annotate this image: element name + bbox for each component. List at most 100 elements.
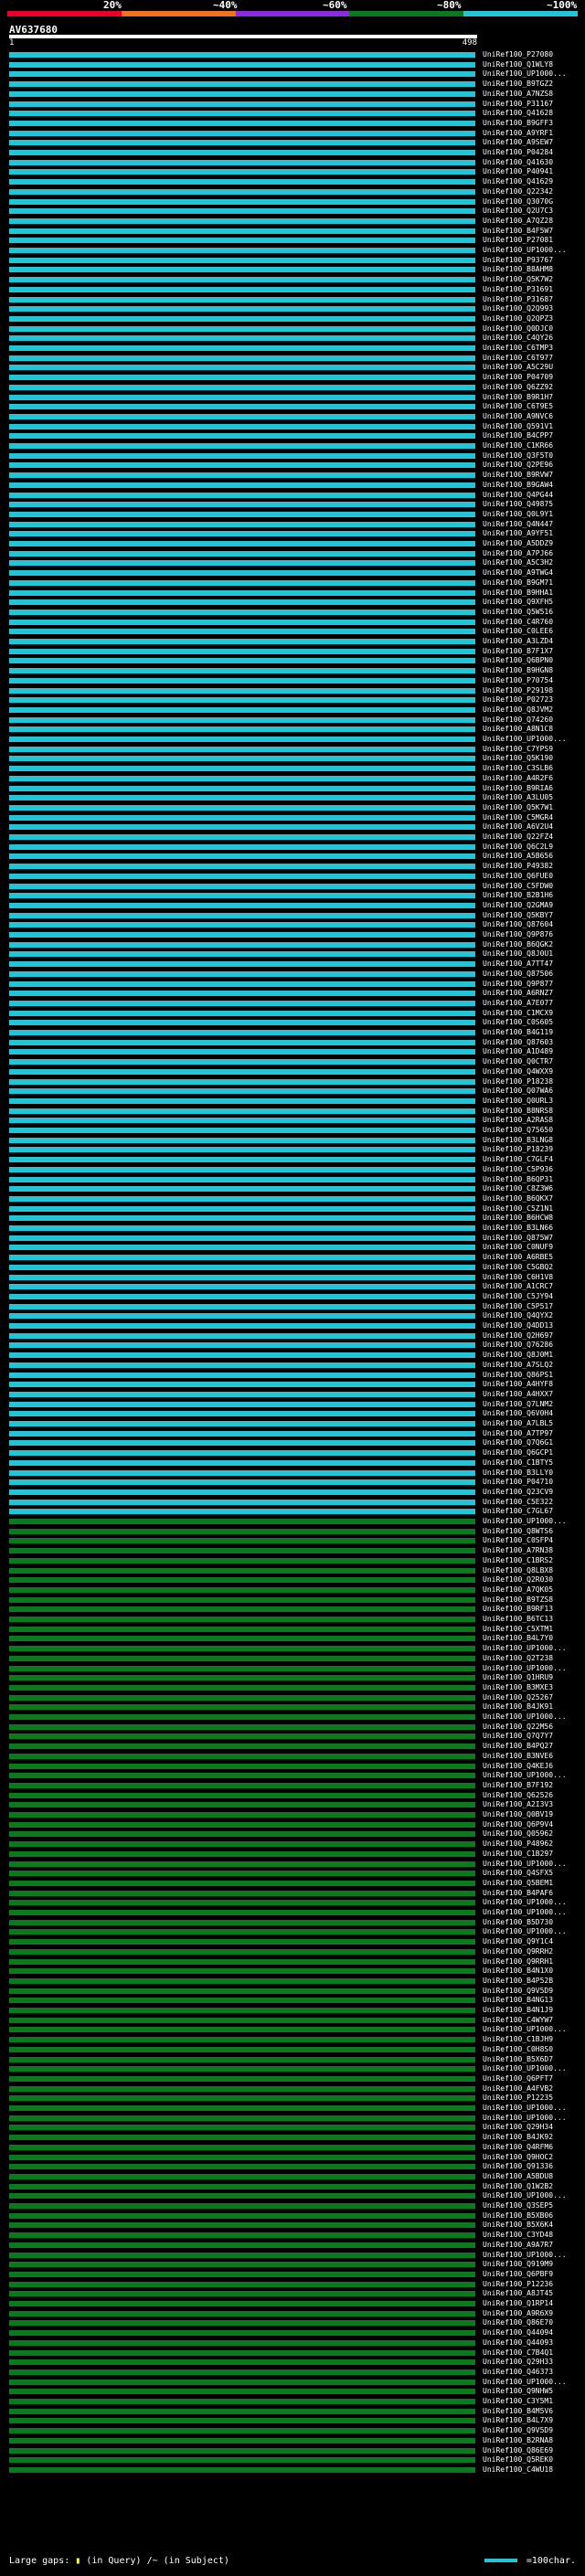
hit-bar[interactable] [9, 658, 475, 664]
hit-row[interactable] [9, 1254, 477, 1261]
hit-label[interactable]: UniRef100_Q62526 [483, 1791, 553, 1800]
hit-bar[interactable] [9, 404, 475, 410]
hit-row[interactable] [9, 1880, 477, 1887]
hit-bar[interactable] [9, 1235, 475, 1241]
hit-bar[interactable] [9, 433, 475, 440]
hit-row[interactable] [9, 569, 477, 577]
hit-label[interactable]: UniRef100_B3MXE3 [483, 1683, 553, 1692]
hit-bar[interactable] [9, 1225, 475, 1231]
hit-bar[interactable] [9, 2135, 475, 2141]
hit-row[interactable] [9, 2036, 477, 2043]
hit-label[interactable]: UniRef100_C6T9E5 [483, 402, 553, 411]
hit-label[interactable]: UniRef100_Q41630 [483, 158, 553, 167]
hit-label[interactable]: UniRef100_Q5KBY7 [483, 911, 553, 920]
hit-label[interactable]: UniRef100_Q6GCP1 [483, 1448, 553, 1458]
hit-bar[interactable] [9, 2164, 475, 2170]
hit-bar[interactable] [9, 2125, 475, 2131]
hit-bar[interactable] [9, 589, 475, 596]
hit-row[interactable] [9, 1645, 477, 1652]
hit-bar[interactable] [9, 1528, 475, 1534]
hit-bar[interactable] [9, 716, 475, 723]
hit-bar[interactable] [9, 970, 475, 977]
hit-bar[interactable] [9, 2212, 475, 2219]
hit-bar[interactable] [9, 726, 475, 733]
hit-row[interactable] [9, 2144, 477, 2151]
hit-bar[interactable] [9, 1890, 475, 1896]
hit-bar[interactable] [9, 560, 475, 567]
hit-label[interactable]: UniRef100_Q3SEP5 [483, 2201, 553, 2210]
hit-label[interactable]: UniRef100_A5BDU8 [483, 2172, 553, 2181]
hit-label[interactable]: UniRef100_C0H8S0 [483, 2045, 553, 2054]
hit-label[interactable]: UniRef100_UP1000... [483, 2064, 567, 2073]
hit-row[interactable] [9, 1977, 477, 1985]
hit-bar[interactable] [9, 853, 475, 860]
hit-label[interactable]: UniRef100_C8Z3W6 [483, 1184, 553, 1193]
hit-label[interactable]: UniRef100_A7PJ66 [483, 549, 553, 558]
hit-row[interactable] [9, 207, 477, 215]
hit-bar[interactable] [9, 2262, 475, 2268]
hit-label[interactable]: UniRef100_Q4SFX5 [483, 1869, 553, 1878]
hit-row[interactable] [9, 765, 477, 772]
hit-label[interactable]: UniRef100_A2RAS8 [483, 1116, 553, 1125]
hit-row[interactable] [9, 1029, 477, 1036]
hit-label[interactable]: UniRef100_C3YD48 [483, 2231, 553, 2240]
hit-row[interactable] [9, 706, 477, 714]
hit-label[interactable]: UniRef100_A3LZD4 [483, 637, 553, 646]
hit-label[interactable]: UniRef100_UP1000... [483, 2025, 567, 2034]
hit-label[interactable]: UniRef100_UP1000... [483, 1860, 567, 1869]
hit-row[interactable] [9, 619, 477, 626]
hit-label[interactable]: UniRef100_Q0CTR7 [483, 1057, 553, 1066]
hit-bar[interactable] [9, 1068, 475, 1075]
hit-bar[interactable] [9, 961, 475, 968]
hit-label[interactable]: UniRef100_C6H1V8 [483, 1273, 553, 1282]
hit-label[interactable]: UniRef100_Q29H34 [483, 2123, 553, 2132]
hit-row[interactable] [9, 2026, 477, 2033]
hit-bar[interactable] [9, 2242, 475, 2248]
hit-label[interactable]: UniRef100_C1BRS2 [483, 1556, 553, 1565]
hit-bar[interactable] [9, 423, 475, 429]
hit-bar[interactable] [9, 2291, 475, 2297]
hit-label[interactable]: UniRef100_A8JT45 [483, 2289, 553, 2298]
hit-label[interactable]: UniRef100_C1BTY5 [483, 1458, 553, 1468]
hit-bar[interactable] [9, 1802, 475, 1808]
hit-label[interactable]: UniRef100_Q9V5D9 [483, 1987, 553, 1996]
hit-bar[interactable] [9, 1704, 475, 1711]
hit-bar[interactable] [9, 951, 475, 958]
hit-row[interactable] [9, 101, 477, 108]
hit-bar[interactable] [9, 1264, 475, 1270]
hit-label[interactable]: UniRef100_Q6PBF9 [483, 2270, 553, 2279]
hit-bar[interactable] [9, 1831, 475, 1838]
hit-label[interactable]: UniRef100_Q6BPN0 [483, 656, 553, 665]
hit-row[interactable] [9, 883, 477, 890]
hit-bar[interactable] [9, 1147, 475, 1153]
hit-label[interactable]: UniRef100_C7GL67 [483, 1507, 553, 1516]
hit-bar[interactable] [9, 2389, 475, 2395]
hit-bar[interactable] [9, 228, 475, 234]
hit-bar[interactable] [9, 1352, 475, 1359]
hit-bar[interactable] [9, 2183, 475, 2189]
hit-row[interactable] [9, 2427, 477, 2434]
hit-bar[interactable] [9, 1303, 475, 1309]
hit-row[interactable] [9, 1499, 477, 1506]
hit-bar[interactable] [9, 804, 475, 811]
hit-label[interactable]: UniRef100_Q6ZZ92 [483, 383, 553, 392]
hit-bar[interactable] [9, 384, 475, 390]
hit-row[interactable] [9, 1508, 477, 1515]
hit-bar[interactable] [9, 1039, 475, 1045]
hit-row[interactable] [9, 1039, 477, 1046]
hit-row[interactable] [9, 1782, 477, 1789]
hit-label[interactable]: UniRef100_C5JY94 [483, 1292, 553, 1301]
hit-row[interactable] [9, 364, 477, 371]
hit-label[interactable]: UniRef100_A9A7R7 [483, 2241, 553, 2250]
hit-bar[interactable] [9, 1128, 475, 1133]
hit-label[interactable]: UniRef100_B4L7Y0 [483, 1634, 553, 1643]
hit-row[interactable] [9, 1694, 477, 1701]
hit-label[interactable]: UniRef100_Q86E69 [483, 2446, 553, 2455]
hit-bar[interactable] [9, 687, 475, 694]
hit-label[interactable]: UniRef100_Q49875 [483, 500, 553, 509]
hit-row[interactable] [9, 1459, 477, 1467]
hit-bar[interactable] [9, 1998, 475, 2004]
hit-bar[interactable] [9, 883, 475, 889]
hit-label[interactable]: UniRef100_A7TT47 [483, 959, 553, 969]
hit-bar[interactable] [9, 902, 475, 908]
